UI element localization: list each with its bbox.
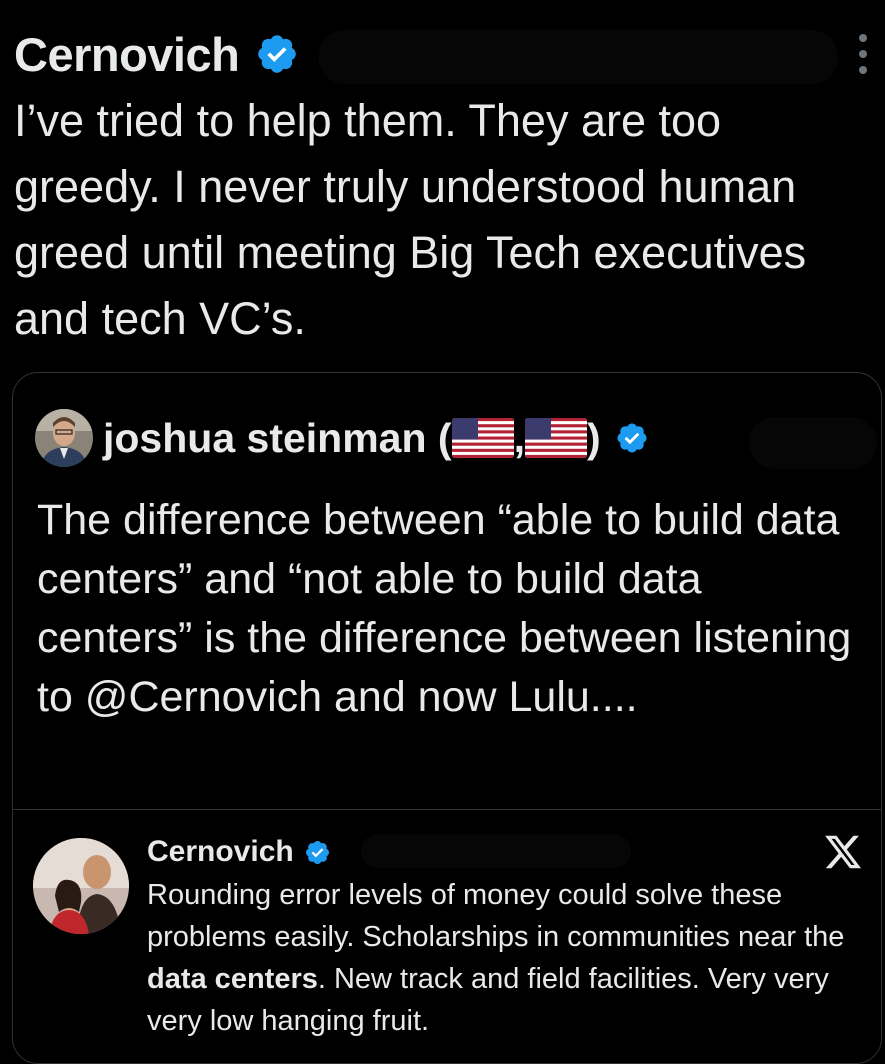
us-flag-icon	[451, 417, 514, 458]
embed-text-before: Rounding error levels of money could sol…	[147, 879, 845, 953]
verified-badge-icon	[258, 35, 297, 73]
quote-author-sep: ,	[513, 414, 525, 461]
us-flag-icon	[524, 417, 587, 458]
quote-author-name[interactable]: joshua steinman ( , )	[103, 415, 601, 462]
verified-badge-icon	[305, 840, 329, 864]
embedded-post: Cernovich Rounding error levels of money…	[13, 809, 881, 1063]
avatar-image	[33, 838, 129, 934]
embed-text: Rounding error levels of money could sol…	[147, 874, 867, 1042]
more-options-icon[interactable]	[853, 34, 873, 74]
redacted-handle	[318, 30, 838, 84]
embed-author-name: Cernovich	[147, 835, 294, 868]
tweet-text: I’ve tried to help them. They are too gr…	[14, 95, 807, 344]
embed-header: Cernovich	[147, 832, 331, 872]
avatar-image	[35, 409, 93, 467]
tweet-header: Cernovich	[14, 22, 299, 86]
verified-badge-icon	[617, 423, 647, 453]
quote-header: joshua steinman ( , )	[35, 407, 649, 469]
quote-author-close: )	[586, 414, 601, 461]
quote-text: The difference between “able to build da…	[37, 496, 852, 721]
quote-author-label: joshua steinman (	[103, 414, 452, 461]
redacted-handle	[361, 834, 631, 868]
x-logo-icon	[825, 835, 862, 869]
author-name[interactable]: Cernovich	[14, 27, 240, 82]
avatar[interactable]	[35, 409, 93, 467]
avatar	[33, 838, 129, 934]
quoted-tweet-card[interactable]: joshua steinman ( , ) The difference bet…	[12, 372, 882, 1064]
embed-text-bold: data centers	[147, 963, 318, 995]
redacted-handle	[749, 417, 877, 469]
